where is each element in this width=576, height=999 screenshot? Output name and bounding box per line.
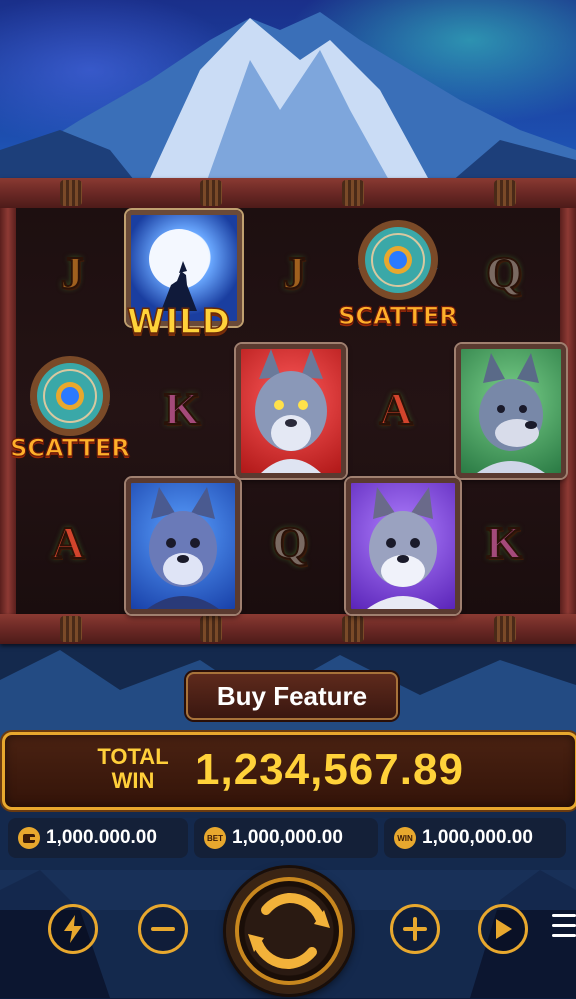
rope-knot: [60, 616, 82, 642]
symbol-letter: K: [485, 516, 523, 569]
plus-icon: [403, 917, 427, 941]
frame-bottom-beam: [0, 614, 576, 644]
total-win-label-line1: TOTAL: [97, 744, 169, 769]
win-icon: WIN: [394, 827, 416, 849]
scatter-label: SCATTER: [10, 433, 131, 462]
buy-feature-button[interactable]: Buy Feature: [186, 672, 398, 720]
spin-icon: [235, 877, 343, 985]
wolf-card-purple: [346, 478, 460, 614]
rope-knot: [342, 180, 364, 206]
hamburger-menu-icon[interactable]: [552, 914, 576, 940]
symbol-letter: J: [282, 246, 307, 299]
wolf-card-blue: [126, 478, 240, 614]
balance-display: 1,000.000.00: [8, 818, 188, 858]
balance-value: 1,000.000.00: [46, 827, 157, 848]
scatter-symbol: SCATTER: [332, 208, 464, 348]
decrease-bet-button[interactable]: [138, 904, 188, 954]
wild-label: WILD: [126, 301, 232, 343]
symbol-letter: K: [163, 382, 201, 435]
scatter-symbol: SCATTER: [4, 344, 136, 484]
total-win-label-line2: WIN: [111, 768, 155, 793]
symbol-letter: J: [60, 246, 85, 299]
symbol-letter: Q: [271, 516, 309, 569]
total-win-value: 1,234,567.89: [195, 745, 464, 794]
lightning-icon: [64, 915, 82, 943]
autoplay-button[interactable]: [478, 904, 528, 954]
wolf-icon: [477, 353, 545, 473]
wolf-icon: [255, 349, 327, 473]
rope-knot: [60, 180, 82, 206]
symbol-letter: A: [378, 382, 413, 435]
increase-bet-button[interactable]: [390, 904, 440, 954]
spin-button[interactable]: [226, 868, 352, 994]
win-value: 1,000,000.00: [422, 827, 533, 848]
rope-knot: [342, 616, 364, 642]
total-win-label: TOTAL WIN: [83, 745, 183, 793]
wolf-icon: [147, 487, 219, 609]
bet-value: 1,000,000.00: [232, 827, 343, 848]
total-win-panel: TOTAL WIN 1,234,567.89: [2, 732, 576, 810]
win-display: WIN 1,000,000.00: [384, 818, 566, 858]
wolf-icon: [367, 487, 439, 609]
rope-knot: [494, 180, 516, 206]
scatter-label: SCATTER: [338, 301, 459, 330]
background-mountains: [0, 12, 576, 200]
frame-top-beam: [0, 178, 576, 208]
wallet-icon: [18, 827, 40, 849]
symbol-letter: A: [50, 516, 85, 569]
rope-knot: [200, 616, 222, 642]
bet-display: BET 1,000,000.00: [194, 818, 378, 858]
wild-symbol: WILD: [120, 210, 242, 343]
rope-knot: [200, 180, 222, 206]
symbol-letter: Q: [485, 246, 523, 299]
wolf-card-green: [456, 344, 566, 478]
play-icon: [496, 919, 512, 939]
rope-knot: [494, 616, 516, 642]
turbo-button[interactable]: [48, 904, 98, 954]
bet-icon: BET: [204, 827, 226, 849]
wolf-card-red: [236, 344, 346, 478]
minus-icon: [151, 927, 175, 931]
